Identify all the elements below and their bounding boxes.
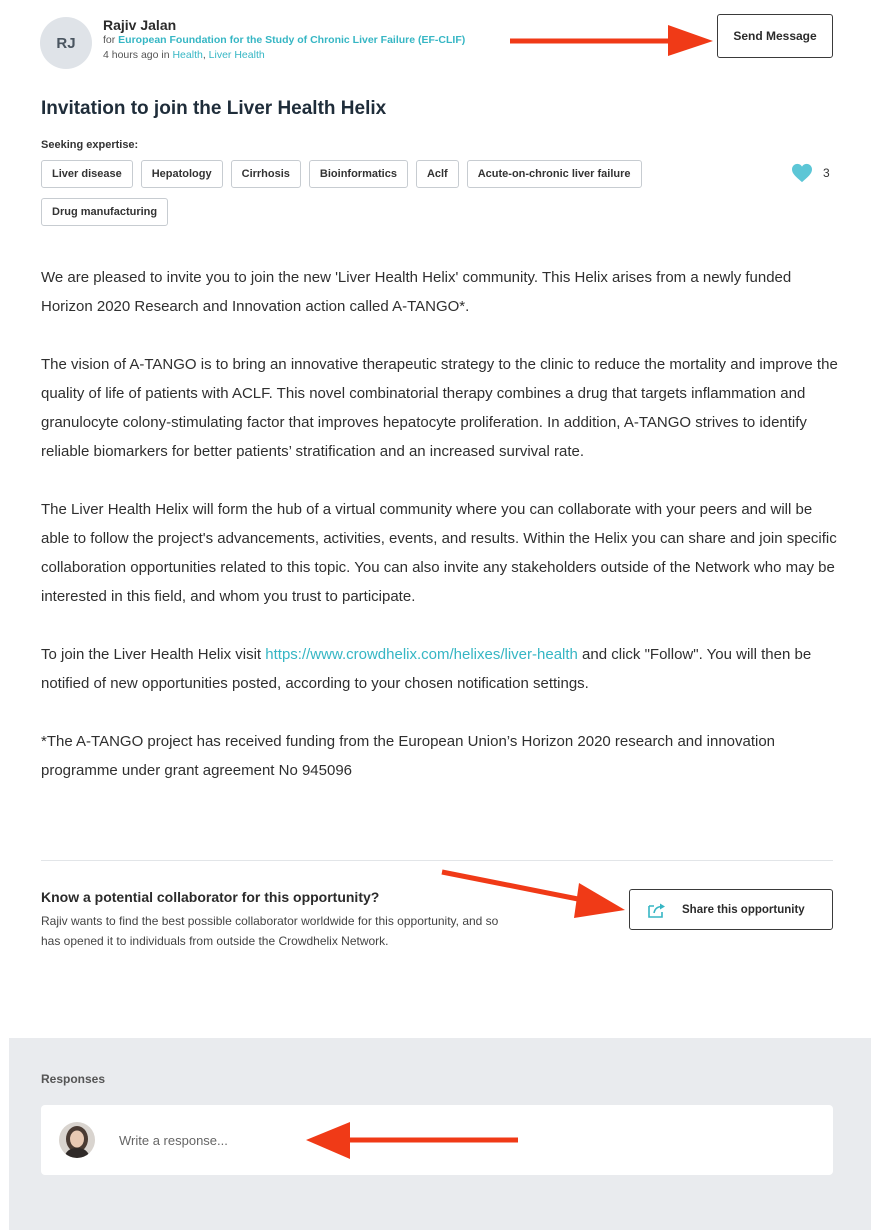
response-input[interactable]	[117, 1131, 721, 1149]
paragraph-intro: We are pleased to invite you to join the…	[41, 269, 792, 315]
paragraph-join: To join the Liver Health Helix visit htt…	[41, 640, 841, 698]
user-avatar	[59, 1122, 95, 1158]
join-text-before: To join the Liver Health Helix visit	[41, 646, 266, 663]
paragraph-vision: The vision of A-TANGO is to bring an inn…	[41, 356, 838, 460]
annotation-arrow-send	[510, 25, 713, 56]
divider	[41, 860, 833, 861]
responses-section: Responses	[9, 1038, 871, 1230]
share-section-title: Know a potential collaborator for this o…	[41, 889, 380, 905]
share-section-description: Rajiv wants to find the best possible co…	[41, 914, 499, 948]
category-link-health[interactable]: Health	[172, 49, 202, 61]
share-icon	[648, 903, 665, 918]
category-link-liver-health[interactable]: Liver Health	[209, 49, 265, 61]
heart-icon[interactable]	[791, 163, 813, 183]
like-control[interactable]: 3	[791, 163, 830, 183]
tag-aclf[interactable]: Aclf	[415, 160, 459, 188]
post-title: Invitation to join the Liver Health Heli…	[41, 98, 387, 119]
share-button-label: Share this opportunity	[682, 903, 805, 916]
tag-drug-manufacturing[interactable]: Drug manufacturing	[41, 198, 169, 226]
tag-liver-disease[interactable]: Liver disease	[41, 160, 133, 188]
responses-label: Responses	[41, 1072, 106, 1086]
tag-acute-on-chronic-liver-failure[interactable]: Acute-on-chronic liver failure	[466, 160, 642, 188]
paragraph-community: The Liver Health Helix will form the hub…	[41, 501, 837, 605]
organization-line: for European Foundation for the Study of…	[103, 34, 465, 46]
expertise-tags: Liver disease Hepatology Cirrhosis Bioin…	[41, 160, 681, 226]
post-body: We are pleased to invite you to join the…	[41, 263, 841, 814]
author-name[interactable]: Rajiv Jalan	[103, 17, 176, 33]
tag-cirrhosis[interactable]: Cirrhosis	[230, 160, 301, 188]
send-message-button[interactable]: Send Message	[717, 14, 833, 58]
paragraph-funding: *The A-TANGO project has received fundin…	[41, 733, 776, 779]
tag-hepatology[interactable]: Hepatology	[140, 160, 223, 188]
posted-meta: 4 hours ago in Health, Liver Health	[103, 49, 265, 61]
seeking-expertise-label: Seeking expertise:	[41, 139, 139, 151]
response-box[interactable]	[41, 1105, 833, 1175]
for-prefix: for	[103, 34, 119, 46]
like-count: 3	[823, 166, 830, 180]
author-avatar[interactable]: RJ	[40, 17, 92, 69]
posted-time: 4 hours ago in	[103, 49, 173, 61]
share-opportunity-button[interactable]: Share this opportunity	[629, 889, 833, 930]
tag-bioinformatics[interactable]: Bioinformatics	[308, 160, 408, 188]
helix-link[interactable]: https://www.crowdhelix.com/helixes/liver…	[265, 646, 578, 663]
organization-link[interactable]: European Foundation for the Study of Chr…	[118, 34, 465, 46]
